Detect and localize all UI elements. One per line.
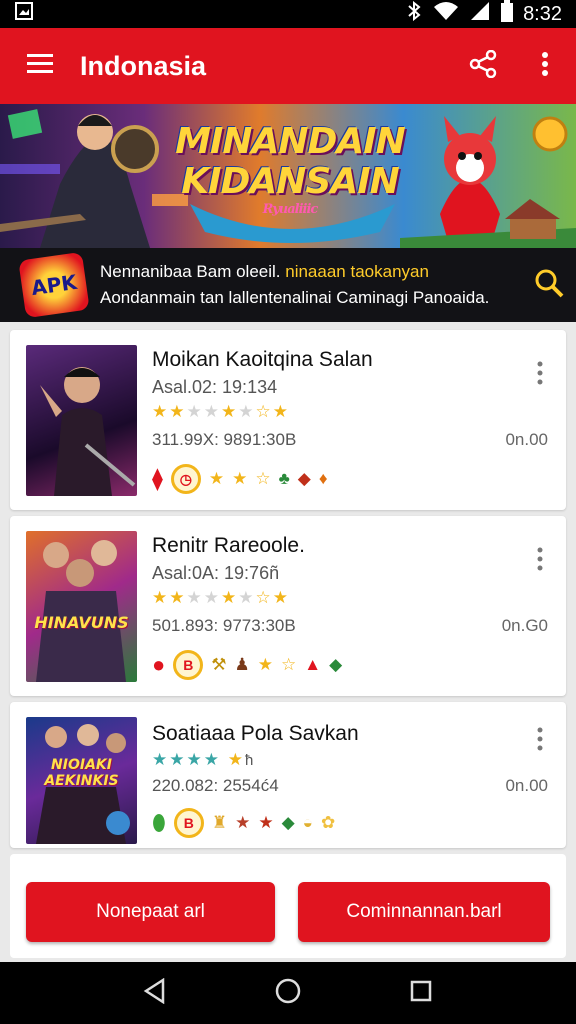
bluetooth-icon (405, 0, 423, 27)
app-size: 220.082: 2554ć4 (152, 776, 279, 795)
flower-badge-icon: ✿ (320, 813, 336, 832)
leaf-badge-icon: ◆ (281, 813, 295, 832)
action-bar: Nonepaat arl Cominnannan.barl (10, 854, 566, 958)
app-meta: Asal.02: 19:134 (152, 377, 278, 397)
app-thumbnail (26, 345, 137, 496)
list-item[interactable]: NIOIAKI AEKINKIS Soatiaaa Pola Savkan ★★… (10, 702, 566, 848)
star-badge-icon: ★ (258, 813, 274, 832)
rating-stars: ★★★★★★☆★ (152, 588, 290, 607)
badge-row: ⧫ ◷ ★ ★ ☆ ♣ ◆ ♦ (152, 464, 328, 494)
status-bar: 8:32 (0, 0, 576, 28)
rating-stars: ★★★★★★☆★ (152, 402, 290, 421)
share-icon (468, 49, 498, 83)
badge-row: ⬮ B ♜ ★ ★ ◆ ◒ ✿ (152, 808, 335, 838)
item-more-button[interactable] (528, 544, 552, 580)
clock-badge-icon: ◷ (170, 464, 201, 494)
promo-banner[interactable]: MINANDAIN KIDANSAIN Ryualiiic (0, 104, 576, 248)
item-more-button[interactable] (528, 724, 552, 760)
tool-badge-icon: ⚒ (211, 655, 227, 674)
menu-icon (26, 53, 54, 80)
left-action-button[interactable]: Nonepaat arl (26, 882, 275, 942)
app-meta: Asal:0A: 19:76ñ (152, 563, 280, 583)
star-badge-icon: ★ (208, 469, 225, 488)
home-icon (275, 978, 301, 1003)
app-price: 0n.G0 (501, 616, 548, 635)
coin-badge-icon: B (173, 808, 204, 838)
more-vert-icon (537, 726, 543, 759)
banner-title: MINANDAIN KIDANSAIN Ryualiiic (170, 122, 410, 218)
star-outline-badge-icon: ☆ (255, 469, 271, 488)
list-item[interactable]: Moikan Kaoitqina Salan Asal.02: 19:134 ★… (10, 330, 566, 510)
menu-button[interactable] (0, 28, 80, 104)
home-button[interactable] (274, 977, 302, 1010)
search-subline: Aondanmain tan lallentenalinai Caminagi … (100, 288, 490, 307)
item-more-button[interactable] (528, 358, 552, 394)
food-badge-icon: ◆ (297, 469, 311, 488)
search-button[interactable] (522, 248, 576, 322)
search-headline: Nennanibaa Bam oleeil. ninaaan taokanyan (100, 262, 522, 282)
bag-badge-icon: ♜ (211, 813, 228, 832)
apk-logo: APK (18, 251, 90, 319)
list-item[interactable]: HINAVUNS Renitr Rareoole. Asal:0A: 19:76… (10, 516, 566, 696)
app-title: Soatiaaa Pola Savkan (152, 722, 359, 745)
apple-badge-icon: ● (152, 652, 166, 677)
more-vert-icon (537, 360, 543, 393)
star-outline-badge-icon: ☆ (281, 655, 297, 674)
badge-row: ● B ⚒ ♟ ★ ☆ ▲ ◆ (152, 650, 342, 680)
app-thumbnail: HINAVUNS (26, 531, 137, 682)
recents-icon (410, 980, 431, 1001)
thumbnail-title: NIOIAKI AEKINKIS (44, 757, 119, 789)
app-size: 311.99X: 9891:30B (152, 430, 297, 449)
share-button[interactable] (452, 28, 514, 104)
signal-icon (469, 1, 491, 27)
more-vert-icon (541, 51, 549, 82)
app-bar: Indonasia (0, 28, 576, 104)
banner-subtitle: Ryualiiic (262, 202, 319, 217)
app-title: Renitr Rareoole. (152, 534, 305, 557)
search-strip: APK Nennanibaa Bam oleeil. ninaaan taoka… (0, 248, 576, 322)
flame-badge-icon: ⧫ (152, 466, 163, 491)
wifi-icon (433, 1, 459, 27)
app-price: 0n.00 (505, 776, 548, 795)
banner-title-line1: MINANDAIN (175, 121, 406, 162)
search-icon (534, 268, 564, 303)
arrow-badge-icon: ▲ (304, 655, 322, 674)
right-action-button[interactable]: Cominnannan.barl (298, 882, 550, 942)
star-badge-icon: ★ (257, 655, 274, 674)
leaf-badge-icon: ◆ (329, 655, 343, 674)
search-headline-accent: ninaaan taokanyan (285, 262, 429, 281)
back-icon (144, 977, 165, 1004)
star-badge-icon: ★ (232, 469, 248, 488)
app-price: 0n.00 (505, 430, 548, 449)
back-button[interactable] (143, 977, 167, 1009)
banner-title-line2: KIDANSAIN (181, 161, 399, 202)
fire-badge-icon: ♦ (318, 469, 328, 488)
app-size: 501.893: 9773:30B (152, 616, 296, 635)
app-thumbnail: NIOIAKI AEKINKIS (26, 717, 137, 844)
app-title: Indonasia (80, 50, 207, 81)
leaf-badge-icon: ⬮ (152, 810, 166, 835)
thumbnail-title: HINAVUNS (34, 613, 129, 632)
search-description: Nennanibaa Bam oleeil. ninaaan taokanyan… (100, 262, 522, 308)
search-headline-main: Nennanibaa Bam oleeil. (100, 262, 281, 281)
battery-icon (501, 0, 514, 28)
overflow-menu-button[interactable] (514, 28, 576, 104)
clock: 8:32 (523, 2, 562, 25)
system-nav-bar (0, 962, 576, 1024)
photo-icon (14, 1, 34, 27)
food-badge-icon: ◒ (302, 813, 313, 832)
figure-badge-icon: ♟ (234, 655, 250, 674)
rating-stars: ★★★★ ★ħ (152, 750, 256, 769)
plant-badge-icon: ♣ (278, 469, 290, 488)
app-list: Moikan Kaoitqina Salan Asal.02: 19:134 ★… (0, 322, 576, 962)
more-vert-icon (537, 546, 543, 579)
star-badge-icon: ★ (235, 813, 251, 832)
recents-button[interactable] (409, 979, 433, 1008)
app-title: Moikan Kaoitqina Salan (152, 348, 373, 371)
coin-badge-icon: B (173, 650, 204, 680)
